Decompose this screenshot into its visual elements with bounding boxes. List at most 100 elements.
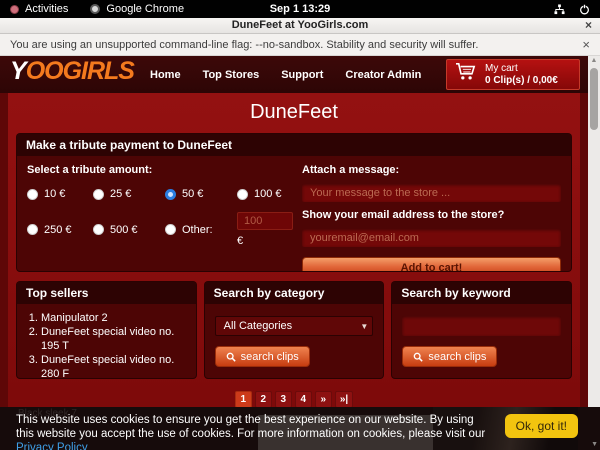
main-nav: Home Top Stores Support Creator Admin: [150, 56, 421, 93]
nav-item-creator-admin[interactable]: Creator Admin: [345, 69, 421, 81]
keyword-input[interactable]: [402, 316, 561, 336]
site-header: YOOGIRLS Home Top Stores Support Creator…: [0, 56, 588, 93]
amount-option-label: 25 €: [110, 188, 131, 200]
nav-item-top-stores[interactable]: Top Stores: [203, 69, 260, 81]
page-title: DuneFeet: [8, 93, 580, 133]
amount-label: Select a tribute amount:: [27, 164, 286, 176]
main-content: DuneFeet Make a tribute payment to DuneF…: [8, 93, 580, 407]
window-title-bar: DuneFeet at YooGirls.com ×: [0, 18, 600, 34]
category-select-value: All Categories: [224, 320, 292, 332]
scrollbar-thumb[interactable]: [590, 68, 598, 130]
cart-title: My cart: [485, 63, 558, 75]
bottom-panels: Top sellers Manipulator 2 DuneFeet speci…: [16, 281, 572, 379]
logo-part-y: Y: [10, 57, 26, 85]
cookie-accept-button[interactable]: Ok, got it!: [505, 414, 578, 438]
cookie-text: This website uses cookies to ensure you …: [16, 414, 485, 440]
warning-text: You are using an unsupported command-lin…: [10, 39, 478, 51]
pagination: 1 2 3 4 » »|: [8, 391, 580, 408]
search-keyword-header: Search by keyword: [392, 282, 571, 304]
activities-button[interactable]: Activities: [10, 3, 68, 15]
search-clips-category-button[interactable]: search clips: [215, 346, 310, 367]
tribute-message-column: Attach a message: Show your email addres…: [302, 164, 561, 272]
category-select[interactable]: All Categories ▼: [215, 316, 374, 336]
top-seller-item[interactable]: Manipulator 2: [41, 311, 196, 325]
vertical-scrollbar[interactable]: ▲: [588, 56, 600, 450]
chrome-icon: [90, 4, 100, 14]
radio-icon[interactable]: [27, 224, 38, 235]
cart-icon: [455, 62, 477, 87]
email-input[interactable]: [302, 229, 561, 247]
message-label: Attach a message:: [302, 164, 561, 176]
search-clips-label: search clips: [241, 351, 299, 363]
nav-item-home[interactable]: Home: [150, 69, 181, 81]
search-icon: [226, 352, 236, 362]
currency-symbol: €: [237, 235, 293, 247]
page-button-1[interactable]: 1: [235, 391, 252, 408]
radio-icon[interactable]: [93, 189, 104, 200]
browser-viewport: ▲ YOOGIRLS Home Top Stores Support Creat…: [0, 56, 600, 450]
radio-icon[interactable]: [165, 189, 176, 200]
page-button-4[interactable]: 4: [295, 391, 312, 408]
cart-summary: 0 Clip(s) / 0,00€: [485, 75, 558, 87]
radio-icon[interactable]: [237, 189, 248, 200]
page-button-next[interactable]: »: [315, 391, 332, 408]
chevron-down-icon: ▼: [360, 317, 368, 337]
search-category-header: Search by category: [205, 282, 384, 304]
search-keyword-panel: Search by keyword search clips: [391, 281, 572, 379]
cookie-banner-text: This website uses cookies to ensure you …: [16, 413, 494, 450]
amount-option-label: Other:: [182, 224, 213, 236]
amount-option-500[interactable]: 500 €: [93, 212, 165, 247]
amount-option-50[interactable]: 50 €: [165, 188, 237, 200]
window-title: DuneFeet at YooGirls.com: [0, 19, 600, 31]
radio-icon[interactable]: [165, 224, 176, 235]
top-sellers-panel: Top sellers Manipulator 2 DuneFeet speci…: [16, 281, 197, 379]
tribute-amount-column: Select a tribute amount: 10 € 25 € 50 € …: [27, 164, 286, 272]
message-input[interactable]: [302, 184, 561, 202]
chrome-app-indicator[interactable]: Google Chrome: [90, 3, 184, 15]
page-button-3[interactable]: 3: [275, 391, 292, 408]
page-button-last[interactable]: »|: [335, 391, 353, 408]
scrollbar-down-icon[interactable]: ▼: [591, 441, 598, 448]
add-to-cart-button[interactable]: Add to cart!: [302, 257, 561, 272]
nav-item-support[interactable]: Support: [281, 69, 323, 81]
warning-close-icon[interactable]: ×: [582, 37, 590, 52]
privacy-policy-link[interactable]: Privacy Policy: [16, 442, 88, 450]
network-icon[interactable]: [554, 4, 565, 15]
logo-part-girls: GIRLS: [63, 57, 134, 85]
amount-option-10[interactable]: 10 €: [27, 188, 93, 200]
amount-option-label: 50 €: [182, 188, 203, 200]
screen: Activities Google Chrome Sep 1 13:29 Dun…: [0, 0, 600, 450]
activities-label: Activities: [25, 3, 68, 15]
amount-option-label: 100 €: [254, 188, 282, 200]
search-clips-keyword-button[interactable]: search clips: [402, 346, 497, 367]
amount-option-label: 500 €: [110, 224, 138, 236]
tribute-panel: Make a tribute payment to DuneFeet Selec…: [16, 133, 572, 272]
tribute-panel-header: Make a tribute payment to DuneFeet: [17, 134, 571, 156]
recording-dot-icon: [10, 5, 19, 14]
sandbox-warning-bar: You are using an unsupported command-lin…: [0, 34, 600, 56]
top-sellers-list: Manipulator 2 DuneFeet special video no.…: [41, 311, 196, 379]
page-footer: Black sleek 7 This website uses cookies …: [0, 407, 600, 450]
my-cart-button[interactable]: My cart 0 Clip(s) / 0,00€: [446, 59, 580, 90]
amount-option-other[interactable]: Other:: [165, 212, 237, 247]
search-clips-label: search clips: [428, 351, 486, 363]
page-button-2[interactable]: 2: [255, 391, 272, 408]
system-top-bar: Activities Google Chrome Sep 1 13:29: [0, 0, 600, 18]
radio-icon[interactable]: [27, 189, 38, 200]
scrollbar-up-icon[interactable]: ▲: [588, 57, 600, 64]
chrome-app-label: Google Chrome: [106, 3, 184, 15]
amount-option-100[interactable]: 100 €: [237, 188, 293, 200]
window-close-icon[interactable]: ×: [585, 18, 592, 32]
top-seller-item[interactable]: DuneFeet special video no. 280 F: [41, 353, 196, 379]
amount-option-250[interactable]: 250 €: [27, 212, 93, 247]
power-icon[interactable]: [579, 4, 590, 15]
email-label: Show your email address to the store?: [302, 209, 561, 221]
radio-icon[interactable]: [93, 224, 104, 235]
top-sellers-header: Top sellers: [17, 282, 196, 304]
amount-option-label: 250 €: [44, 224, 72, 236]
yoogirls-logo[interactable]: YOOGIRLS: [10, 57, 134, 86]
amount-option-25[interactable]: 25 €: [93, 188, 165, 200]
search-category-panel: Search by category All Categories ▼ sear…: [204, 281, 385, 379]
top-seller-item[interactable]: DuneFeet special video no. 195 T: [41, 325, 196, 353]
other-amount-input[interactable]: [237, 212, 293, 230]
